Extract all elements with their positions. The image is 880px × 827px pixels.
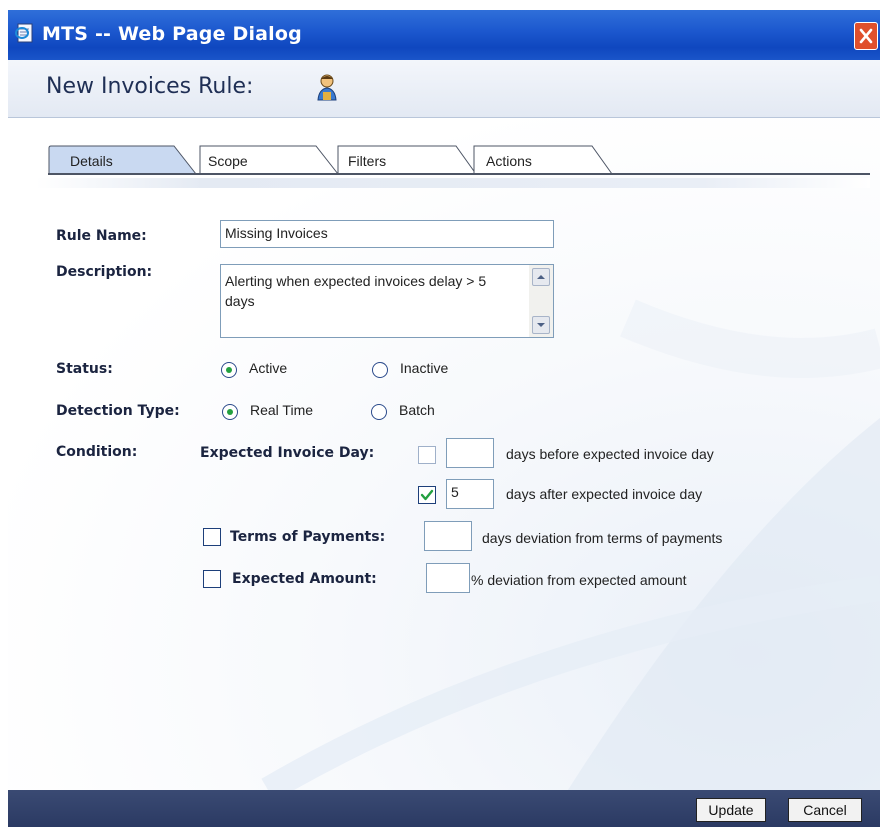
tab-label: Scope <box>208 153 248 169</box>
days-after-text: days after expected invoice day <box>506 486 703 502</box>
dialog-window: MTS -- Web Page Dialog New Invoices Rule… <box>8 10 880 827</box>
status-active-radio[interactable] <box>221 362 237 378</box>
expected-amount-checkbox[interactable] <box>203 570 221 588</box>
terms-deviation-text: days deviation from terms of payments <box>482 530 723 546</box>
expected-invoice-day-label: Expected Invoice Day: <box>200 445 375 461</box>
description-textarea[interactable]: Alerting when expected invoices delay > … <box>220 264 554 338</box>
checkmark-icon <box>420 489 434 501</box>
ie-page-icon <box>15 23 33 43</box>
arrow-down-icon <box>537 323 545 327</box>
status-active-label: Active <box>249 360 288 376</box>
dialog-header: New Invoices Rule: <box>8 60 880 118</box>
terms-of-payments-label: Terms of Payments: <box>230 529 386 545</box>
page-title: New Invoices Rule: <box>46 74 254 99</box>
close-icon <box>859 28 873 44</box>
tab-actions[interactable]: Actions <box>444 145 614 175</box>
radio-selected-dot <box>226 367 232 373</box>
status-inactive-label: Inactive <box>400 360 449 376</box>
description-scrollbar[interactable] <box>529 265 553 337</box>
tab-details[interactable]: Details <box>48 145 198 175</box>
terms-of-payments-checkbox[interactable] <box>203 528 221 546</box>
expected-amount-label: Expected Amount: <box>232 571 377 587</box>
tab-strip-shadow <box>36 178 870 188</box>
detection-realtime-radio[interactable] <box>222 404 238 420</box>
content-area: Details Scope Filters Actions Rule Name:… <box>8 118 880 790</box>
detection-realtime-label: Real Time <box>250 402 314 418</box>
window-title: MTS -- Web Page Dialog <box>42 23 302 45</box>
amount-deviation-input[interactable] <box>426 563 470 593</box>
tab-label: Details <box>70 153 113 169</box>
update-button[interactable]: Update <box>696 798 766 822</box>
dialog-footer: Update Cancel <box>8 790 880 827</box>
arrow-up-icon <box>537 275 545 279</box>
amount-deviation-text: % deviation from expected amount <box>471 572 687 588</box>
detection-batch-label: Batch <box>399 402 435 418</box>
condition-label: Condition: <box>56 444 138 460</box>
detection-batch-radio[interactable] <box>371 404 387 420</box>
rule-name-label: Rule Name: <box>56 228 147 244</box>
rule-name-input[interactable]: Missing Invoices <box>220 220 554 248</box>
days-before-input[interactable] <box>446 438 494 468</box>
title-bar: MTS -- Web Page Dialog <box>8 10 880 60</box>
tab-label: Actions <box>486 153 532 169</box>
background-swoosh <box>261 299 880 790</box>
cancel-button[interactable]: Cancel <box>788 798 862 822</box>
user-icon <box>317 74 337 101</box>
close-button[interactable] <box>854 22 878 50</box>
days-after-input[interactable]: 5 <box>446 479 494 509</box>
status-inactive-radio[interactable] <box>372 362 388 378</box>
days-before-text: days before expected invoice day <box>506 446 714 462</box>
description-label: Description: <box>56 264 153 280</box>
terms-deviation-input[interactable] <box>424 521 472 551</box>
tab-strip-line <box>48 173 870 175</box>
radio-selected-dot <box>227 409 233 415</box>
tab-label: Filters <box>348 153 387 169</box>
after-day-checkbox[interactable] <box>418 486 436 504</box>
detection-type-label: Detection Type: <box>56 403 180 419</box>
scroll-down-button[interactable] <box>532 316 550 334</box>
description-text: Alerting when expected invoices delay > … <box>225 273 487 309</box>
before-day-checkbox[interactable] <box>418 446 436 464</box>
scroll-up-button[interactable] <box>532 268 550 286</box>
status-label: Status: <box>56 361 113 377</box>
